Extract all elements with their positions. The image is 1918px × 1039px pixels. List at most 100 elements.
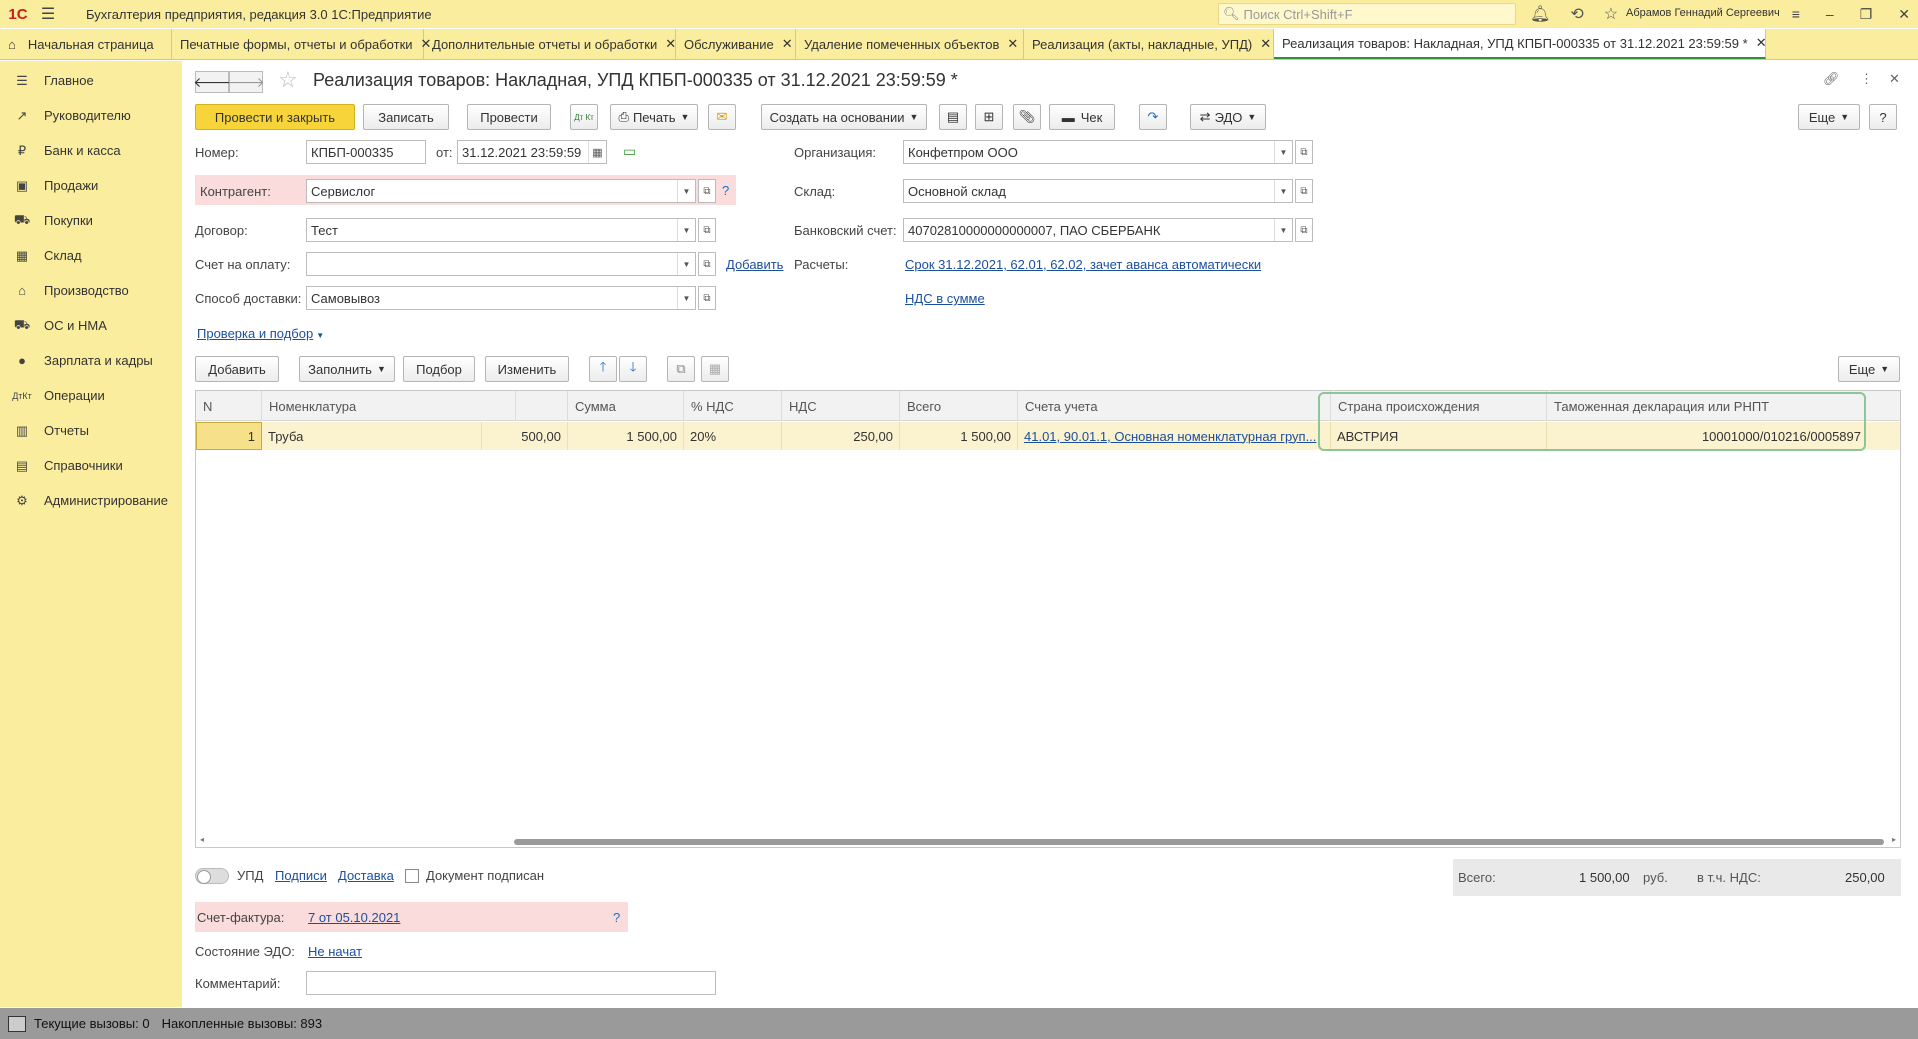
goods-table[interactable]: N Номенклатура Сумма % НДС НДС Всего Сче… [195, 390, 1901, 848]
scrollbar-thumb[interactable] [514, 839, 1884, 845]
more-vertical-icon[interactable]: ⋮ [1860, 71, 1873, 87]
settlements-link[interactable]: Срок 31.12.2021, 62.01, 62.02, зачет ава… [905, 257, 1261, 272]
calendar-icon[interactable]: ▦ [588, 141, 606, 163]
chevron-down-icon[interactable]: ▼ [677, 253, 695, 275]
open-contract-button[interactable]: ⧉ [698, 218, 716, 242]
edo-status-link[interactable]: Не начат [308, 944, 362, 959]
open-invoice-button[interactable]: ⧉ [698, 252, 716, 276]
delivery-link[interactable]: Доставка [338, 868, 394, 883]
cell-nomenclature[interactable]: Труба [262, 422, 482, 450]
table-pick-button[interactable]: Подбор [403, 356, 475, 382]
receipt-button[interactable]: ▬ Чек [1049, 104, 1115, 130]
add-invoice-link[interactable]: Добавить [726, 257, 783, 272]
sidebar-item-fixed-assets[interactable]: ⛟ ОС и НМА [0, 308, 182, 343]
sidebar-item-bank[interactable]: ₽ Банк и касса [0, 133, 182, 168]
sidebar-item-production[interactable]: ⌂ Производство [0, 273, 182, 308]
open-delivery-button[interactable]: ⧉ [698, 286, 716, 310]
sidebar-item-main[interactable]: ☰ Главное [0, 63, 182, 98]
back-button[interactable]: 🡐 [193, 71, 231, 93]
column-accounts[interactable]: Счета учета [1018, 391, 1331, 421]
email-button[interactable]: ✉ [708, 104, 736, 130]
sidebar-item-manager[interactable]: ↗ Руководителю [0, 98, 182, 133]
help-question-icon[interactable]: ? [722, 183, 729, 198]
main-menu-icon[interactable]: ☰ [36, 4, 60, 24]
column-nomenclature[interactable]: Номенклатура [262, 391, 516, 421]
tab-additional-reports[interactable]: Дополнительные отчеты и обработки ✕ [424, 29, 676, 59]
scroll-right-icon[interactable]: ▸ [1892, 835, 1896, 844]
chevron-down-icon[interactable]: ▼ [1274, 141, 1292, 163]
signatures-link[interactable]: Подписи [275, 868, 327, 883]
tab-home[interactable]: ⌂ Начальная страница [0, 29, 172, 59]
document-journal-button[interactable]: ▤ [939, 104, 967, 130]
chevron-down-icon[interactable]: ▼ [677, 180, 695, 202]
more-button[interactable]: Еще ▼ [1798, 104, 1860, 130]
monitor-icon[interactable] [8, 1015, 26, 1032]
invoice-field[interactable]: ▼ [306, 252, 696, 276]
tab-maintenance[interactable]: Обслуживание ✕ [676, 29, 796, 59]
cell-price[interactable]: 500,00 [482, 422, 568, 450]
chevron-down-icon[interactable]: ▼ [677, 287, 695, 309]
close-icon[interactable]: ✕ [1898, 6, 1910, 23]
edo-send-button[interactable]: ↷ [1139, 104, 1167, 130]
structure-button[interactable]: ⊞ [975, 104, 1003, 130]
open-counterparty-button[interactable]: ⧉ [698, 179, 716, 203]
upd-toggle[interactable] [195, 868, 229, 884]
cell-vat-rate[interactable]: 20% [684, 422, 782, 450]
table-change-button[interactable]: Изменить [485, 356, 569, 382]
open-warehouse-button[interactable]: ⧉ [1295, 179, 1313, 203]
tab-sales-list[interactable]: Реализация (акты, накладные, УПД) ✕ [1024, 29, 1274, 59]
close-form-icon[interactable]: ✕ [1889, 71, 1900, 87]
sidebar-item-operations[interactable]: ДтКт Операции [0, 378, 182, 413]
table-add-button[interactable]: Добавить [195, 356, 279, 382]
comment-field[interactable] [306, 971, 716, 995]
number-field[interactable]: КПБП-000335 [306, 140, 426, 164]
cell-sum[interactable]: 1 500,00 [568, 422, 684, 450]
column-price[interactable] [516, 391, 568, 421]
user-name[interactable]: Абрамов Геннадий Сергеевич [1626, 7, 1780, 19]
sidebar-item-purchases[interactable]: ⛟ Покупки [0, 203, 182, 238]
tab-print-forms[interactable]: Печатные формы, отчеты и обработки ✕ [172, 29, 431, 59]
date-field[interactable]: 31.12.2021 23:59:59 ▦ [457, 140, 607, 164]
organization-field[interactable]: Конфетпром ООО ▼ [903, 140, 1293, 164]
sidebar-item-salary[interactable]: ● Зарплата и кадры [0, 343, 182, 378]
create-based-on-button[interactable]: Создать на основании ▼ [761, 104, 927, 130]
close-tab-icon[interactable]: ✕ [782, 36, 793, 52]
column-sum[interactable]: Сумма [568, 391, 684, 421]
open-organization-button[interactable]: ⧉ [1295, 140, 1313, 164]
chevron-down-icon[interactable]: ▼ [677, 219, 695, 241]
column-total[interactable]: Всего [900, 391, 1018, 421]
paste-rows-button[interactable]: ▦ [701, 356, 729, 382]
post-and-close-button[interactable]: Провести и закрыть [195, 104, 355, 130]
forward-button[interactable]: 🡒 [227, 71, 265, 93]
cell-n[interactable]: 1 [196, 422, 262, 450]
history-icon[interactable]: ⟲ [1570, 4, 1583, 24]
help-button[interactable]: ? [1869, 104, 1897, 130]
accounts-link[interactable]: 41.01, 90.01.1, Основная номенклатурная … [1024, 429, 1316, 444]
chevron-down-icon[interactable]: ▼ [1274, 219, 1292, 241]
sidebar-item-sales[interactable]: ▣ Продажи [0, 168, 182, 203]
star-icon[interactable]: ☆ [1604, 4, 1618, 24]
tax-invoice-link[interactable]: 7 от 05.10.2021 [308, 910, 400, 925]
tab-delete-marked[interactable]: Удаление помеченных объектов ✕ [796, 29, 1024, 59]
post-button[interactable]: Провести [467, 104, 551, 130]
move-up-button[interactable]: 🡑 [589, 356, 617, 382]
copy-rows-button[interactable]: ⧉ [667, 356, 695, 382]
column-vat[interactable]: НДС [782, 391, 900, 421]
scroll-left-icon[interactable]: ◂ [200, 835, 204, 844]
chevron-down-icon[interactable]: ▼ [1274, 180, 1292, 202]
dtkt-button[interactable]: Дт Кт [570, 104, 598, 130]
sidebar-item-reports[interactable]: ▥ Отчеты [0, 413, 182, 448]
table-horizontal-scrollbar[interactable]: ◂ ▸ [196, 835, 1900, 847]
close-tab-icon[interactable]: ✕ [1007, 36, 1018, 52]
cell-accounts[interactable]: 41.01, 90.01.1, Основная номенклатурная … [1018, 422, 1331, 450]
minimize-icon[interactable]: – [1826, 6, 1834, 22]
favorite-star-icon[interactable]: ☆ [278, 67, 298, 93]
table-more-button[interactable]: Еще ▼ [1838, 356, 1900, 382]
settings-menu-icon[interactable]: ≡ [1792, 6, 1800, 22]
column-n[interactable]: N [196, 391, 262, 421]
sidebar-item-catalogs[interactable]: ▤ Справочники [0, 448, 182, 483]
help-question-icon[interactable]: ? [613, 910, 620, 925]
warehouse-field[interactable]: Основной склад ▼ [903, 179, 1293, 203]
bank-account-field[interactable]: 40702810000000000007, ПАО СБЕРБАНК ▼ [903, 218, 1293, 242]
bell-icon[interactable]: 🔔︎ [1530, 4, 1550, 24]
